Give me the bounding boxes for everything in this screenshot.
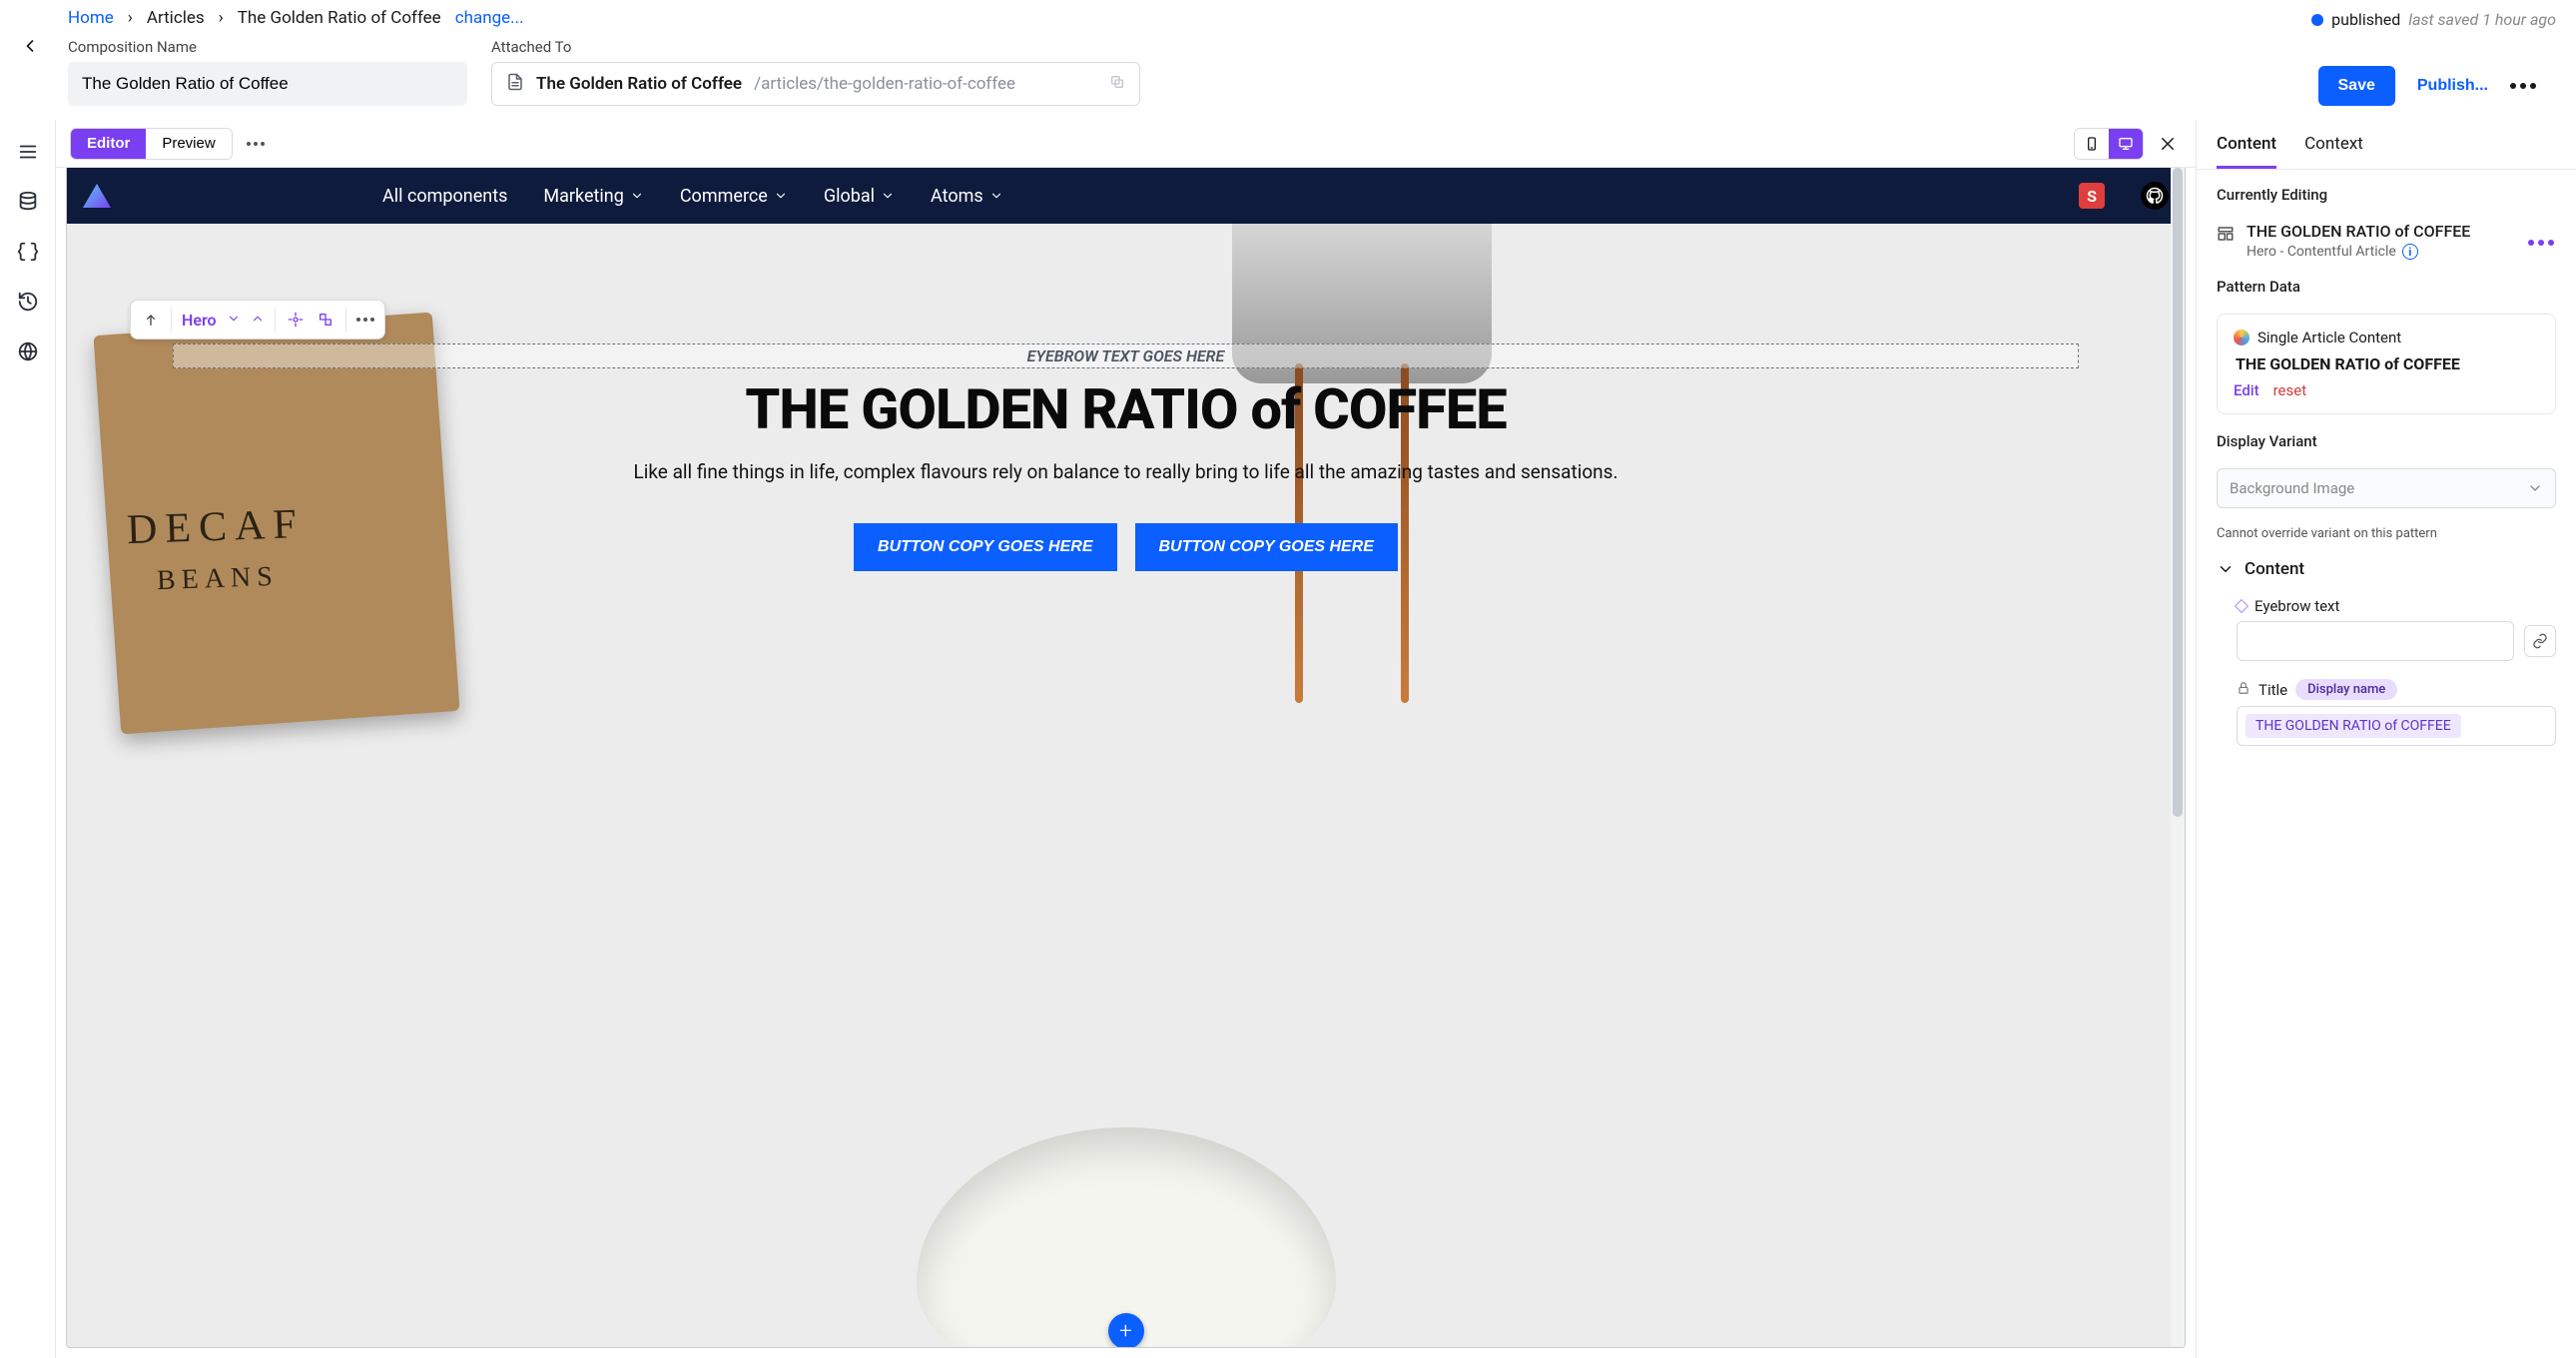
- toolbar-target-icon[interactable]: [286, 310, 306, 330]
- lock-icon: [2237, 681, 2251, 699]
- info-icon[interactable]: i: [2402, 244, 2418, 260]
- currently-editing-label: Currently Editing: [2217, 186, 2556, 204]
- pattern-reset-link[interactable]: reset: [2273, 381, 2307, 399]
- more-actions-button[interactable]: [2510, 83, 2536, 89]
- pattern-data-card: Single Article Content THE GOLDEN RATIO …: [2217, 314, 2556, 414]
- composition-name-label: Composition Name: [68, 38, 467, 56]
- hero-eyebrow-placeholder[interactable]: EYEBROW TEXT GOES HERE: [173, 343, 2079, 368]
- editor-mode-button[interactable]: Editor: [71, 129, 146, 159]
- editing-more-button[interactable]: [2526, 232, 2556, 250]
- site-logo-icon[interactable]: [83, 184, 111, 208]
- hero-component[interactable]: DECAF BEANS EYEBROW TEXT GOES HERE THE G…: [67, 224, 2185, 1347]
- mode-toggle: Editor Preview: [70, 128, 233, 160]
- title-field-label: Title: [2258, 681, 2287, 699]
- title-value-chip: THE GOLDEN RATIO of COFFEE: [2246, 714, 2461, 738]
- chevron-down-icon: [2527, 480, 2543, 496]
- hero-button-2[interactable]: BUTTON COPY GOES HERE: [1135, 523, 1398, 571]
- storybook-badge-icon[interactable]: S: [2079, 183, 2105, 209]
- right-panel: Content Context Currently Editing THE GO…: [2197, 120, 2576, 1358]
- editing-subtitle: Hero - Contentful Articlei: [2247, 244, 2470, 260]
- pattern-edit-link[interactable]: Edit: [2234, 381, 2259, 399]
- close-canvas-button[interactable]: [2154, 130, 2182, 158]
- add-component-fab[interactable]: +: [1108, 1313, 1144, 1348]
- rail-layers-icon[interactable]: [14, 138, 42, 166]
- status-cluster: published last saved 1 hour ago: [2311, 10, 2556, 29]
- eyebrow-field-label: Eyebrow text: [2254, 597, 2339, 615]
- attached-title: The Golden Ratio of Coffee: [536, 74, 742, 94]
- composition-name-input[interactable]: [68, 62, 467, 106]
- tab-content[interactable]: Content: [2217, 134, 2276, 169]
- document-icon: [506, 73, 524, 96]
- status-state: published: [2331, 10, 2400, 29]
- attached-path: /articles/the-golden-ratio-of-coffee: [754, 74, 1097, 94]
- rail-globe-icon[interactable]: [14, 338, 42, 365]
- nav-global[interactable]: Global: [824, 186, 895, 207]
- toolbar-component-name[interactable]: Hero: [182, 311, 217, 330]
- device-desktop-button[interactable]: [2109, 129, 2143, 159]
- back-button[interactable]: [10, 26, 50, 66]
- toolbar-more-button[interactable]: [356, 318, 374, 322]
- tab-context[interactable]: Context: [2304, 134, 2363, 169]
- nav-atoms[interactable]: Atoms: [931, 186, 1003, 207]
- eyebrow-text-input[interactable]: [2237, 621, 2514, 661]
- floating-component-toolbar: Hero: [130, 300, 385, 340]
- rail-database-icon[interactable]: [14, 188, 42, 216]
- device-toggle: [2074, 128, 2144, 160]
- chevron-down-icon: [2217, 560, 2235, 578]
- rail-history-icon[interactable]: [14, 288, 42, 316]
- pattern-data-label: Pattern Data: [2217, 278, 2556, 296]
- nav-marketing[interactable]: Marketing: [543, 186, 643, 207]
- rail-code-icon[interactable]: [14, 238, 42, 266]
- pattern-source: Single Article Content: [2257, 329, 2401, 346]
- content-section-header[interactable]: Content: [2217, 559, 2556, 579]
- breadcrumb-change-link[interactable]: change...: [455, 8, 524, 28]
- display-name-chip: Display name: [2295, 679, 2397, 700]
- display-variant-label: Display Variant: [2217, 432, 2556, 450]
- hero-title[interactable]: THE GOLDEN RATIO of COFFEE: [745, 376, 1506, 442]
- title-input[interactable]: THE GOLDEN RATIO of COFFEE: [2237, 706, 2556, 746]
- display-variant-select: Background Image: [2217, 468, 2556, 508]
- status-saved: last saved 1 hour ago: [2408, 10, 2556, 29]
- contentful-icon: [2234, 330, 2250, 345]
- publish-button[interactable]: Publish...: [2417, 77, 2488, 95]
- breadcrumb: Home › Articles › The Golden Ratio of Co…: [20, 8, 2556, 28]
- toolbar-duplicate-icon[interactable]: [316, 310, 335, 330]
- preview-mode-button[interactable]: Preview: [146, 129, 231, 159]
- hero-button-1[interactable]: BUTTON COPY GOES HERE: [854, 523, 1116, 571]
- device-mobile-button[interactable]: [2075, 129, 2109, 159]
- pattern-title: THE GOLDEN RATIO of COFFEE: [2234, 354, 2539, 373]
- toolbar-chevron-down-icon[interactable]: [227, 311, 241, 330]
- hero-subtitle[interactable]: Like all fine things in life, complex fl…: [633, 460, 1617, 483]
- attached-to-label: Attached To: [491, 38, 1140, 56]
- preview-site-nav: All components Marketing Commerce Global…: [67, 168, 2185, 224]
- attached-to-box[interactable]: The Golden Ratio of Coffee /articles/the…: [491, 62, 1140, 106]
- breadcrumb-section[interactable]: Articles: [147, 8, 205, 28]
- save-button[interactable]: Save: [2318, 66, 2395, 106]
- display-variant-help: Cannot override variant on this pattern: [2217, 526, 2556, 541]
- diamond-icon: [2235, 599, 2249, 613]
- nav-all-components[interactable]: All components: [382, 186, 507, 207]
- breadcrumb-page: The Golden Ratio of Coffee: [238, 8, 441, 28]
- editor-more-button[interactable]: [247, 142, 265, 146]
- eyebrow-link-button[interactable]: [2524, 625, 2556, 657]
- left-rail: [0, 120, 56, 1358]
- toolbar-chevron-up-icon[interactable]: [251, 311, 265, 330]
- copy-icon[interactable]: [1109, 74, 1125, 95]
- breadcrumb-home[interactable]: Home: [68, 8, 114, 28]
- editing-title: THE GOLDEN RATIO of COFFEE: [2247, 222, 2470, 241]
- component-icon: [2217, 225, 2235, 247]
- status-dot: [2311, 14, 2323, 26]
- github-icon[interactable]: [2141, 182, 2169, 210]
- nav-commerce[interactable]: Commerce: [680, 186, 788, 207]
- toolbar-up-icon[interactable]: [141, 310, 161, 330]
